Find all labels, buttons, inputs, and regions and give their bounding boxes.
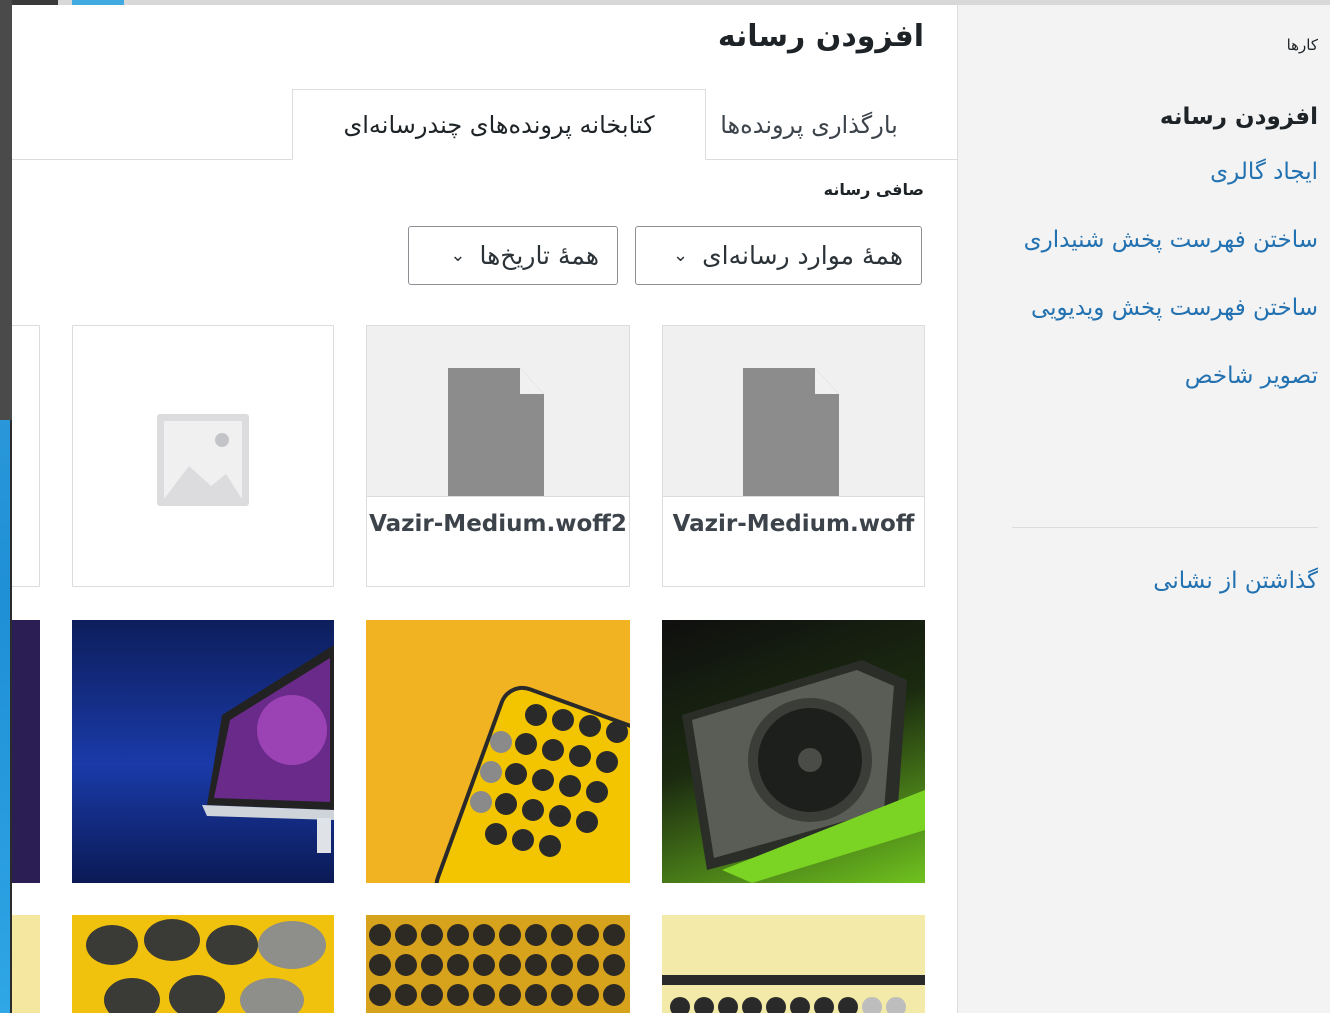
date-select-value: همهٔ تاریخ‌ها: [479, 241, 599, 270]
sidebar-item-featured-image[interactable]: تصویر شاخص: [998, 359, 1318, 394]
attachment-item[interactable]: [72, 620, 334, 883]
document-icon: [448, 368, 544, 498]
attachment-item[interactable]: [366, 620, 630, 883]
attachment-item[interactable]: [662, 620, 925, 883]
sidebar-item-insert-from-url[interactable]: گذاشتن از نشانی: [1153, 568, 1318, 594]
monitor-thumbnail: [202, 645, 334, 853]
date-select[interactable]: همهٔ تاریخ‌ها ⌄: [408, 226, 618, 285]
image-placeholder-icon: [157, 414, 249, 506]
attachment-filename: Vazir-Medium.woff: [663, 496, 924, 586]
attachment-item[interactable]: [72, 915, 334, 1013]
keyboard-thumbnail: [434, 685, 630, 883]
background-edge-dark: [0, 0, 12, 420]
attachment-item[interactable]: Vazir-Medium.woff: [662, 325, 925, 587]
attachment-item[interactable]: [72, 325, 334, 587]
sidebar-menu: افزودن رسانه ایجاد گالری ساختن فهرست پخش…: [998, 100, 1318, 427]
keyboard-round-keys-thumbnail: [86, 919, 326, 1013]
attachment-item[interactable]: [366, 915, 630, 1013]
keyboard-closeup-thumbnail: [662, 975, 925, 1013]
attachment-filename: Vazir-Medium.woff2: [367, 496, 629, 586]
attachment-item-partial[interactable]: [12, 915, 40, 1013]
media-type-select-value: همهٔ موارد رسانه‌ای: [702, 241, 903, 270]
media-router-sidebar: کارها افزودن رسانه ایجاد گالری ساختن فهر…: [957, 5, 1330, 1013]
sidebar-item-audio-playlist[interactable]: ساختن فهرست پخش شنیداری: [998, 223, 1318, 258]
attachment-item-partial[interactable]: [12, 620, 40, 883]
chevron-down-icon: ⌄: [450, 245, 466, 266]
sidebar-item-add-media[interactable]: افزودن رسانه: [998, 100, 1318, 135]
document-icon: [743, 368, 839, 498]
keyboard-keys-thumbnail: [369, 924, 625, 1006]
background-edge: [0, 0, 12, 1013]
page-title: افزودن رسانه: [717, 19, 924, 54]
media-frame-content: افزودن رسانه بارگذاری پرونده‌ها کتابخانه…: [12, 5, 957, 1013]
attachment-item[interactable]: [662, 915, 925, 1013]
tab-media-library[interactable]: کتابخانه پرونده‌های چندرسانه‌ای: [292, 89, 706, 160]
attachment-item[interactable]: Vazir-Medium.woff2: [366, 325, 630, 587]
chevron-down-icon: ⌄: [673, 245, 689, 266]
filter-label: صافی رسانه: [823, 180, 924, 199]
sidebar-item-video-playlist[interactable]: ساختن فهرست پخش ویدیویی: [998, 291, 1318, 326]
sidebar-heading: کارها: [1286, 36, 1318, 54]
tab-upload-files[interactable]: بارگذاری پرونده‌ها: [694, 89, 924, 160]
graphics-card-thumbnail: [682, 660, 925, 883]
attachment-item-partial[interactable]: [12, 325, 40, 587]
sidebar-item-create-gallery[interactable]: ایجاد گالری: [998, 155, 1318, 190]
media-type-select[interactable]: همهٔ موارد رسانه‌ای ⌄: [635, 226, 922, 285]
sidebar-separator: [1012, 527, 1318, 528]
